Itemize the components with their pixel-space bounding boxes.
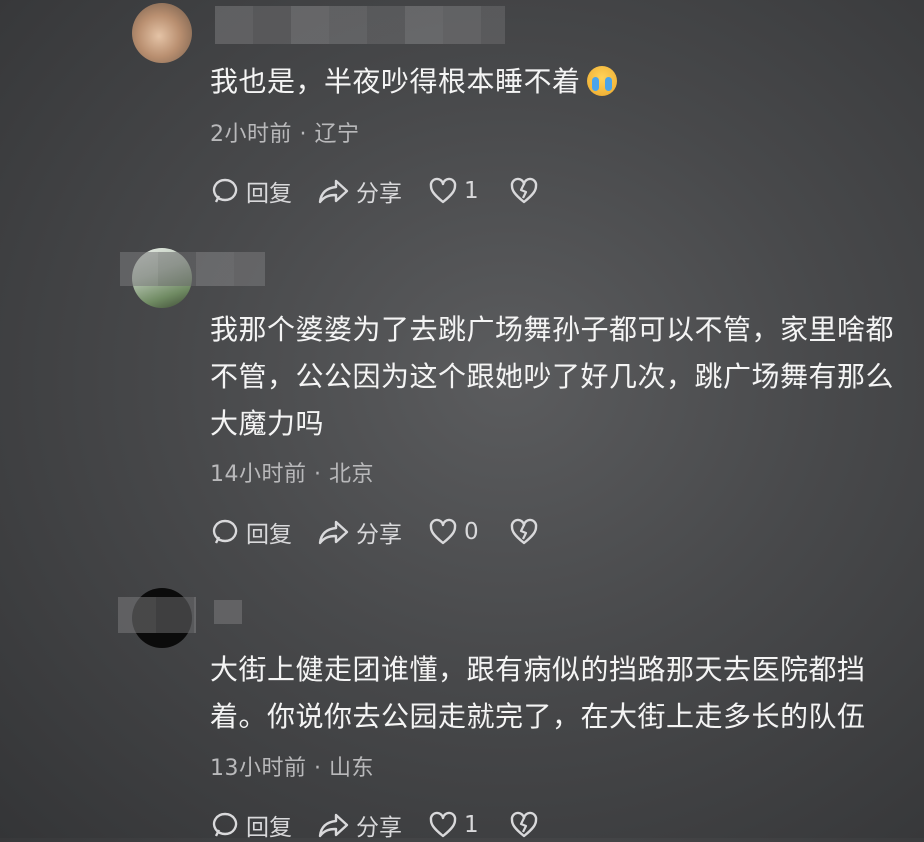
comment-time: 2小时前	[210, 122, 292, 147]
comment-actions: 回复 分享 1	[210, 174, 571, 208]
comment-meta: 2小时前 · 辽宁	[210, 116, 360, 148]
dislike-button[interactable]	[509, 810, 545, 840]
comment-time: 13小时前	[210, 756, 307, 781]
comment-bubble-icon	[212, 178, 238, 203]
avatar[interactable]	[132, 3, 192, 63]
share-label: 分享	[356, 815, 402, 841]
comment-meta: 14小时前 · 北京	[210, 456, 374, 488]
share-arrow-icon	[318, 520, 349, 545]
like-count: 0	[464, 519, 479, 545]
comment-bubble-icon	[212, 812, 238, 837]
comment-location: 辽宁	[314, 122, 360, 147]
reply-button[interactable]: 回复	[210, 808, 292, 842]
heart-icon	[429, 518, 457, 545]
like-button[interactable]: 1	[428, 176, 479, 206]
username-blurred[interactable]	[214, 600, 242, 624]
comment-meta: 13小时前 · 山东	[210, 750, 374, 782]
username-blurred[interactable]	[120, 252, 265, 286]
share-button[interactable]: 分享	[318, 808, 402, 842]
username-blurred[interactable]	[215, 6, 505, 44]
like-count: 1	[464, 178, 479, 204]
dislike-button[interactable]	[509, 176, 545, 206]
like-button[interactable]: 0	[428, 517, 479, 547]
reply-label: 回复	[246, 522, 292, 548]
heart-icon	[429, 177, 457, 204]
broken-heart-icon	[510, 518, 537, 545]
comment-actions: 回复 分享 0	[210, 515, 571, 549]
like-button[interactable]: 1	[428, 810, 479, 840]
share-button[interactable]: 分享	[318, 174, 402, 208]
comment-time: 14小时前	[210, 462, 307, 487]
comment-bubble-icon	[212, 519, 238, 544]
share-button[interactable]: 分享	[318, 515, 402, 549]
meta-separator: ·	[292, 122, 315, 147]
broken-heart-icon	[510, 811, 537, 838]
meta-separator: ·	[306, 756, 329, 781]
crying-face-icon	[586, 66, 617, 96]
reply-button[interactable]: 回复	[210, 515, 292, 549]
username-blurred[interactable]	[118, 597, 196, 633]
comment-text-content: 我也是，半夜吵得根本睡不着	[210, 65, 581, 98]
reply-label: 回复	[246, 815, 292, 841]
dislike-button[interactable]	[509, 517, 545, 547]
share-label: 分享	[356, 181, 402, 207]
share-arrow-icon	[318, 813, 349, 838]
comment-actions: 回复 分享 1	[210, 808, 571, 842]
comment-text-content: 我那个婆婆为了去跳广场舞孙子都可以不管，家里啥都不管，公公因为这个跟她吵了好几次…	[210, 313, 895, 440]
like-count: 1	[464, 812, 479, 838]
broken-heart-icon	[510, 177, 537, 204]
reply-button[interactable]: 回复	[210, 174, 292, 208]
comment-text: 我也是，半夜吵得根本睡不着	[210, 58, 900, 105]
reply-label: 回复	[246, 181, 292, 207]
comment-location: 山东	[328, 756, 374, 781]
comment-text: 大街上健走团谁懂，跟有病似的挡路那天去医院都挡着。你说你去公园走就完了，在大街上…	[210, 646, 900, 740]
comment-text-content: 大街上健走团谁懂，跟有病似的挡路那天去医院都挡着。你说你去公园走就完了，在大街上…	[210, 653, 866, 733]
heart-icon	[429, 811, 457, 838]
share-label: 分享	[356, 522, 402, 548]
comment-text: 我那个婆婆为了去跳广场舞孙子都可以不管，家里啥都不管，公公因为这个跟她吵了好几次…	[210, 306, 900, 447]
share-arrow-icon	[318, 179, 349, 204]
comment-location: 北京	[328, 462, 374, 487]
meta-separator: ·	[306, 462, 329, 487]
